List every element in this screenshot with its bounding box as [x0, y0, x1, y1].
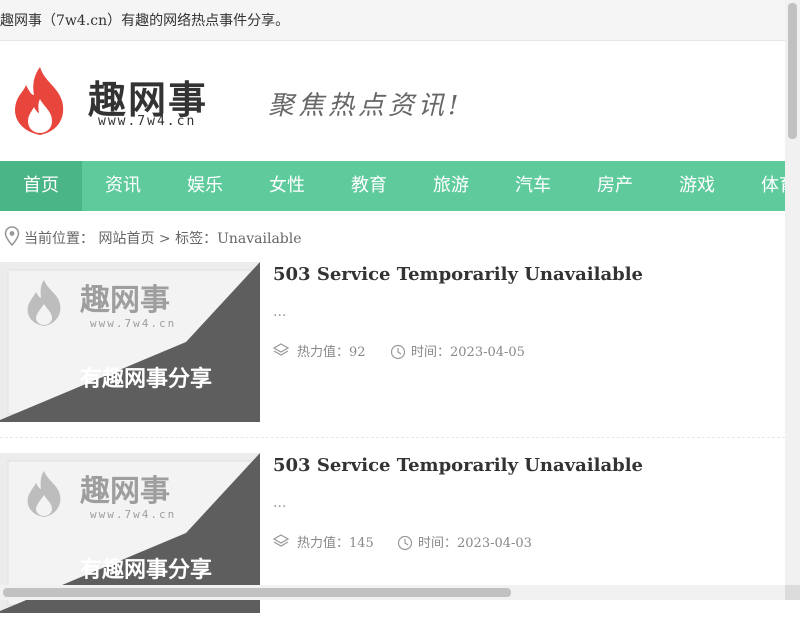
nav-item-travel[interactable]: 旅游: [410, 161, 492, 211]
flame-logo-icon[interactable]: [6, 65, 74, 137]
scrollbar-corner: [785, 585, 800, 600]
horizontal-scrollbar[interactable]: [0, 585, 785, 600]
heat-value: 热力值：145: [297, 536, 374, 551]
main-nav: 首页 资讯 娱乐 女性 教育 旅游 汽车 房产 游戏 体育: [0, 161, 785, 211]
heat-value: 热力值：92: [297, 345, 366, 360]
location-pin-icon: [4, 226, 20, 247]
vertical-scrollbar[interactable]: [785, 0, 800, 585]
thumbnail-caption-text: 有趣网事分享: [80, 366, 212, 392]
clock-icon: [397, 535, 413, 551]
nav-item-home[interactable]: 首页: [0, 161, 82, 211]
thumbnail-url-text: www.7w4.cn: [90, 317, 176, 330]
layers-icon: [273, 534, 289, 547]
horizontal-scroll-thumb[interactable]: [3, 588, 511, 597]
article-excerpt: ...: [273, 304, 287, 320]
layers-icon: [273, 343, 289, 356]
article-title[interactable]: 503 Service Temporarily Unavailable: [273, 455, 643, 476]
nav-item-news[interactable]: 资讯: [82, 161, 164, 211]
vertical-scroll-thumb[interactable]: [788, 3, 797, 139]
thumbnail-brand-text: 趣网事: [80, 474, 170, 509]
article-divider: [0, 437, 785, 438]
nav-item-education[interactable]: 教育: [328, 161, 410, 211]
thumbnail-caption-text: 有趣网事分享: [80, 557, 212, 583]
nav-item-games[interactable]: 游戏: [656, 161, 738, 211]
article-item: 趣网事 www.7w4.cn 有趣网事分享 503 Service Tempor…: [0, 262, 785, 438]
site-slogan: 聚焦热点资讯!: [268, 91, 463, 121]
nav-item-auto[interactable]: 汽车: [492, 161, 574, 211]
nav-item-sports[interactable]: 体育: [738, 161, 785, 211]
nav-item-realestate[interactable]: 房产: [574, 161, 656, 211]
thumbnail-brand-text: 趣网事: [80, 283, 170, 318]
clock-icon: [390, 344, 406, 360]
top-bar: 趣网事（7w4.cn）有趣的网络热点事件分享。: [0, 0, 800, 41]
article-thumbnail[interactable]: 趣网事 www.7w4.cn 有趣网事分享: [0, 262, 260, 422]
thumbnail-url-text: www.7w4.cn: [90, 508, 176, 521]
site-header: 趣网事 www.7w4.cn 聚焦热点资讯!: [0, 41, 785, 161]
article-excerpt: ...: [273, 495, 287, 511]
article-title[interactable]: 503 Service Temporarily Unavailable: [273, 264, 643, 285]
site-intro-text: 趣网事（7w4.cn）有趣的网络热点事件分享。: [0, 13, 290, 29]
nav-item-women[interactable]: 女性: [246, 161, 328, 211]
nav-item-entertainment[interactable]: 娱乐: [164, 161, 246, 211]
logo-url: www.7w4.cn: [98, 114, 197, 129]
article-item: 趣网事 www.7w4.cn 有趣网事分享 503 Service Tempor…: [0, 453, 785, 629]
publish-time: 时间：2023-04-03: [418, 536, 532, 551]
breadcrumb-text: 当前位置： 网站首页 > 标签：Unavailable: [24, 231, 302, 247]
publish-time: 时间：2023-04-05: [411, 345, 525, 360]
